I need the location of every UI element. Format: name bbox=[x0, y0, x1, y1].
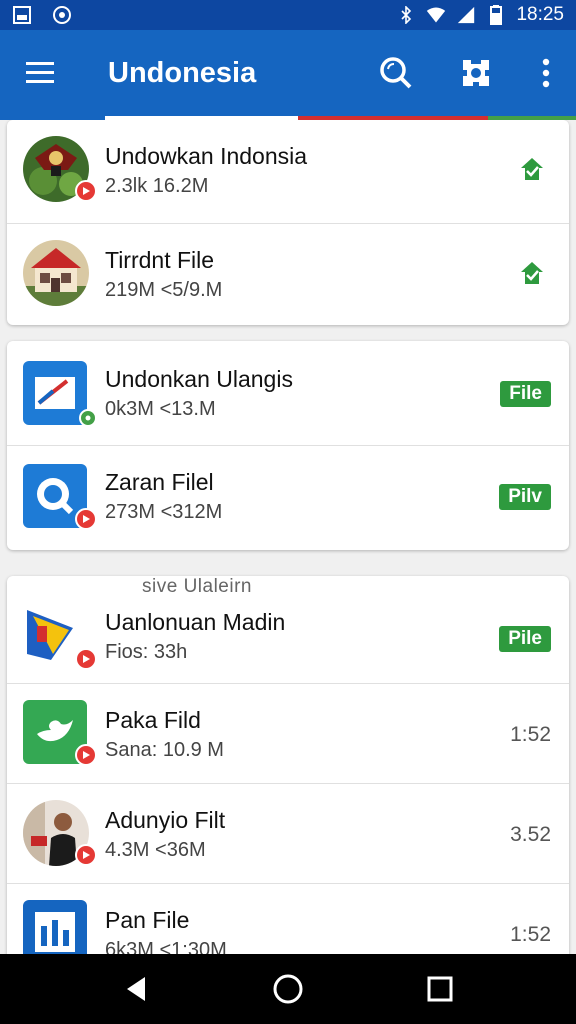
navigation-bar bbox=[0, 954, 576, 1024]
item-thumbnail bbox=[23, 604, 97, 670]
list-item[interactable]: Zaran Filel 273M <312M Pilv bbox=[7, 445, 569, 547]
bluetooth-icon bbox=[396, 5, 416, 25]
item-thumbnail bbox=[23, 136, 97, 202]
item-title: Adunyio Filt bbox=[105, 807, 226, 833]
item-title: Zaran Filel bbox=[105, 469, 214, 495]
item-thumbnail bbox=[23, 700, 97, 766]
list-item[interactable]: Pan File 6k3M <1:30M 1:52 bbox=[7, 883, 569, 954]
item-time: 1:52 bbox=[510, 923, 551, 946]
file-type-badge[interactable]: Pile bbox=[499, 626, 551, 652]
item-subtitle: 273M <312M bbox=[105, 501, 223, 523]
play-badge-icon bbox=[75, 744, 97, 766]
item-thumbnail bbox=[23, 464, 97, 530]
app-bar: Undonesia bbox=[0, 30, 576, 116]
recents-icon[interactable] bbox=[410, 959, 470, 1019]
back-icon[interactable] bbox=[106, 959, 166, 1019]
status-bar: 18:25 bbox=[0, 0, 576, 30]
file-list: Undowkan Indonsia 2.3lk 16.2M Tirrdnt Fi… bbox=[0, 120, 576, 954]
list-item[interactable]: Paka Fild Sana: 10.9 M 1:52 bbox=[7, 683, 569, 785]
download-check-icon[interactable] bbox=[519, 260, 545, 291]
item-thumbnail bbox=[23, 900, 89, 954]
play-badge-icon bbox=[75, 508, 97, 530]
item-subtitle: 219M <5/9.M bbox=[105, 279, 223, 301]
item-title: Paka Fild bbox=[105, 707, 201, 733]
item-subtitle: Sana: 10.9 M bbox=[105, 739, 224, 761]
page-title: Undonesia bbox=[108, 56, 257, 89]
status-badge bbox=[79, 409, 97, 427]
item-time: 3.52 bbox=[510, 823, 551, 846]
item-subtitle: 4.3M <36M bbox=[105, 839, 206, 861]
settings-icon[interactable] bbox=[436, 30, 516, 116]
play-badge-icon bbox=[75, 844, 97, 866]
download-check-icon[interactable] bbox=[519, 156, 545, 187]
menu-icon[interactable] bbox=[0, 30, 80, 116]
item-title: Uanlonuan Madin bbox=[105, 609, 286, 635]
item-title: Tirrdnt File bbox=[105, 247, 215, 273]
download-card-3: sive Ulaleirn Uanlonuan Madin Fios: 33h … bbox=[7, 576, 569, 954]
home-icon[interactable] bbox=[258, 959, 318, 1019]
signal-icon bbox=[456, 5, 476, 25]
more-vert-icon[interactable] bbox=[516, 30, 576, 116]
item-thumbnail bbox=[23, 361, 97, 427]
item-subtitle: 0k3M <13.M bbox=[105, 398, 216, 420]
item-thumbnail bbox=[23, 800, 97, 866]
photo-icon bbox=[12, 5, 32, 25]
item-subtitle: 2.3lk 16.2M bbox=[105, 175, 209, 197]
battery-icon bbox=[486, 5, 506, 25]
file-type-badge[interactable]: File bbox=[500, 381, 551, 407]
notification-icon bbox=[52, 5, 72, 25]
item-title: Undowkan Indonsia bbox=[105, 143, 308, 169]
item-title: Undonkan Ulangis bbox=[105, 366, 293, 392]
play-badge-icon bbox=[75, 180, 97, 202]
list-item[interactable]: Undowkan Indonsia 2.3lk 16.2M bbox=[7, 120, 569, 222]
search-icon[interactable] bbox=[356, 30, 436, 116]
list-item[interactable]: Tirrdnt File 219M <5/9.M bbox=[7, 223, 569, 325]
item-title: Pan File bbox=[105, 907, 190, 933]
play-badge-icon bbox=[75, 648, 97, 670]
download-card-2: Undonkan Ulangis 0k3M <13.M File Zaran F… bbox=[7, 341, 569, 550]
download-card-1: Undowkan Indonsia 2.3lk 16.2M Tirrdnt Fi… bbox=[7, 120, 569, 325]
item-subtitle: 6k3M <1:30M bbox=[105, 939, 227, 954]
item-subtitle: Fios: 33h bbox=[105, 641, 188, 663]
status-time: 18:25 bbox=[516, 4, 564, 25]
list-item[interactable]: Adunyio Filt 4.3M <36M 3.52 bbox=[7, 783, 569, 885]
wifi-icon bbox=[426, 5, 446, 25]
item-thumbnail bbox=[23, 240, 89, 306]
list-item[interactable]: Uanlonuan Madin Fios: 33h Pile bbox=[7, 582, 569, 684]
item-time: 1:52 bbox=[510, 723, 551, 746]
list-item[interactable]: Undonkan Ulangis 0k3M <13.M File bbox=[7, 343, 569, 445]
file-type-badge[interactable]: Pilv bbox=[499, 484, 551, 510]
